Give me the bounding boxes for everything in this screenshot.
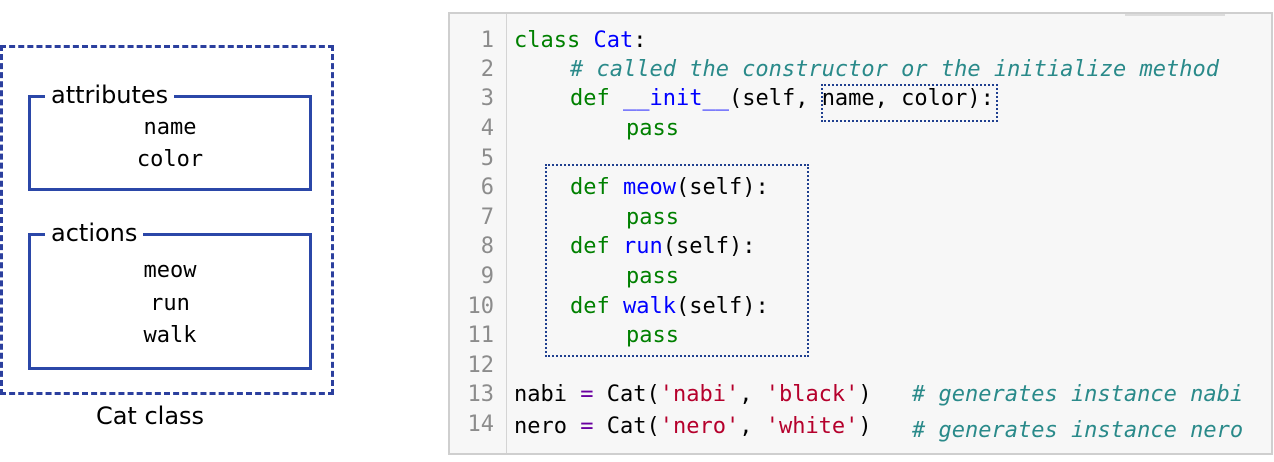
line-number: 1 [480,28,494,53]
run-method-name: run [623,234,663,259]
comment-constructor: # called the constructor or the initiali… [570,57,1220,82]
line-number: 8 [480,234,494,259]
comment-instance-nero: # generates instance nero [912,418,1244,443]
code-line-13: nabi = Cat('nabi', 'black') [514,382,872,407]
line-number: 12 [467,353,495,378]
close-paren: ) [858,382,872,407]
def-keyword: def [570,294,610,319]
class-caption: Cat class [95,402,205,430]
line-number: 14 [467,412,495,437]
walk-method-name: walk [623,294,676,319]
def-keyword: def [570,86,610,111]
line-number: 6 [480,175,494,200]
comma: , [739,414,766,439]
init-method-name: __init__ [623,86,729,111]
class-name: Cat [593,28,634,53]
class-keyword: class [514,28,581,53]
meow-method-name: meow [623,175,676,200]
colon: : [980,86,994,111]
attributes-title: attributes [45,81,175,109]
close-paren: ) [858,414,872,439]
attribute-name: name [143,115,197,140]
comma: , [739,382,766,407]
line-number: 3 [480,86,494,111]
string-nabi: 'nabi' [659,382,740,407]
self-arg: (self): [675,175,769,200]
pass-statement: pass [626,205,679,230]
assign-operator: = [566,382,607,407]
line-number: 11 [467,323,495,348]
action-run: run [150,291,190,316]
attribute-color: color [136,147,204,172]
pass-statement: pass [626,264,679,289]
code-line-8: def run(self): [570,234,755,259]
code-line-1: class Cat: [514,28,646,53]
code-line-14: nero = Cat('nero', 'white') [514,414,872,439]
code-line-6: def meow(self): [570,175,769,200]
code-panel: 1 2 3 4 5 6 7 8 9 10 11 12 13 14 class C… [448,12,1273,455]
pass-statement: pass [626,116,679,141]
action-meow: meow [143,258,197,283]
line-number: 5 [480,146,494,171]
code-line-10: def walk(self): [570,294,769,319]
attributes-box: attributes name color [28,81,312,191]
action-walk: walk [143,323,197,348]
cat-call: Cat( [606,382,660,407]
line-number: 13 [467,382,495,407]
string-white: 'white' [765,414,859,439]
code-line-3: def __init__(self, name, color): [570,86,994,111]
variable-nabi: nabi [514,382,567,407]
line-number: 9 [480,264,494,289]
line-number: 4 [480,116,494,141]
line-number: 7 [480,205,494,230]
panel-top-accent [1125,14,1225,16]
line-number-gutter: 1 2 3 4 5 6 7 8 9 10 11 12 13 14 [450,14,507,453]
init-self-arg: (self, [728,86,822,111]
string-black: 'black' [765,382,859,407]
def-keyword: def [570,234,610,259]
actions-title: actions [45,219,144,247]
colon: : [633,28,647,53]
def-keyword: def [570,175,610,200]
self-arg: (self): [675,294,769,319]
init-params: name, color) [821,86,981,111]
line-number: 10 [467,294,495,319]
comment-instance-nabi: # generates instance nabi [912,382,1244,407]
string-nero: 'nero' [659,414,740,439]
assign-operator: = [566,414,607,439]
cat-call: Cat( [606,414,660,439]
variable-nero: nero [514,414,567,439]
self-arg: (self): [662,234,756,259]
pass-statement: pass [626,323,679,348]
actions-box: actions meow run walk [28,219,312,370]
line-number: 2 [480,57,494,82]
